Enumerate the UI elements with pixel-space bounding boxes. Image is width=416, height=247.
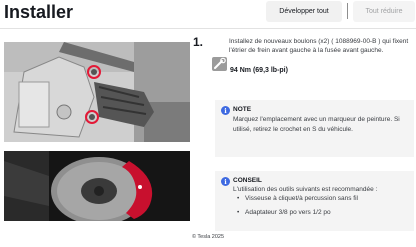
tip-item: • Adaptateur 3/8 po vers 1/2 po	[237, 209, 331, 216]
tip-item-label: Visseuse à cliquet/à percussion sans fil	[245, 195, 358, 202]
header-divider	[0, 28, 416, 29]
torque-value: 94 Nm (69,3 lb-pi)	[230, 67, 288, 74]
info-icon: i	[221, 177, 230, 186]
toolbar-divider	[347, 3, 348, 19]
note-title: NOTE	[233, 106, 252, 113]
note-callout: i NOTE Marquez l'emplacement avec un mar…	[215, 100, 414, 157]
expand-all-button[interactable]: Développer tout	[266, 1, 342, 22]
tip-item: • Visseuse à cliquet/à percussion sans fi…	[237, 195, 358, 202]
tip-text: L'utilisation des outils suivants est re…	[233, 186, 378, 193]
brake-caliper-photo	[4, 151, 190, 221]
footer-copyright: © Tesla 2025	[191, 234, 225, 240]
tip-title: CONSEIL	[233, 177, 262, 184]
page-title: Installer	[4, 2, 74, 22]
tip-callout: i CONSEIL L'utilisation des outils suiva…	[215, 171, 414, 231]
step-number: 1.	[193, 35, 204, 49]
step-instruction: Installez de nouveaux boulons (x2) ( 108…	[229, 38, 409, 54]
info-icon: i	[221, 106, 230, 115]
note-text: Marquez l'emplacement avec un marqueur d…	[233, 116, 400, 133]
tip-item-label: Adaptateur 3/8 po vers 1/2 po	[245, 209, 331, 216]
torque-wrench-icon	[212, 57, 227, 71]
caliper-bolts-photo	[4, 42, 190, 142]
collapse-all-button[interactable]: Tout réduire	[353, 1, 415, 22]
